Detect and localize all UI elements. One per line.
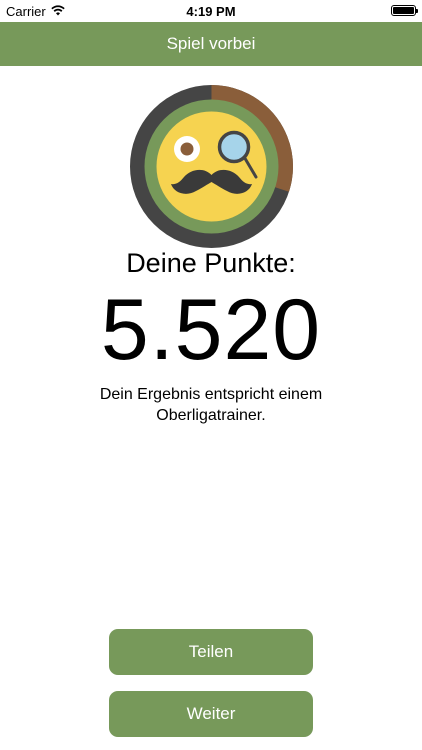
monocle <box>217 130 251 164</box>
share-button-label: Teilen <box>188 642 234 661</box>
score-title: Deine Punkte: <box>126 248 296 278</box>
share-button[interactable]: Teilen <box>109 629 313 675</box>
battery-icon <box>391 5 418 16</box>
status-time: 4:19 PM <box>186 4 236 19</box>
status-bar: Carrier 4:19 PM <box>0 0 422 22</box>
nav-title: Spiel vorbei <box>166 34 256 53</box>
left-eye-pupil <box>180 142 194 156</box>
monocle-mustache-face-icon <box>130 85 293 248</box>
result-text: Dein Ergebnis entspricht einem Oberligat… <box>99 386 323 424</box>
rank-badge <box>130 85 293 248</box>
next-button-label: Weiter <box>186 704 236 723</box>
score-value: 5.520 <box>100 282 322 378</box>
nav-bar: Spiel vorbei <box>0 22 422 66</box>
next-button[interactable]: Weiter <box>109 691 313 737</box>
